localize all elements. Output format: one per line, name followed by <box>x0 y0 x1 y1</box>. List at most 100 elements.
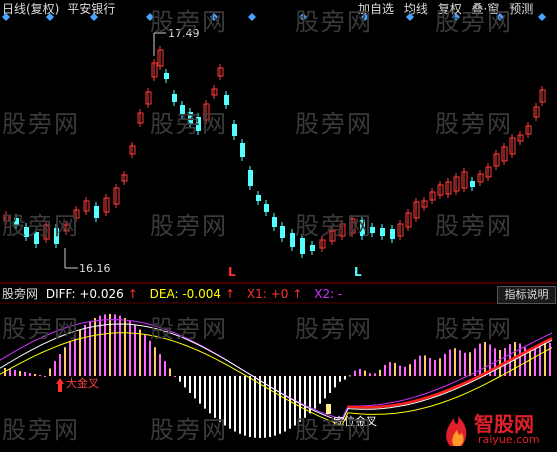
histogram-bar <box>389 362 391 376</box>
candle-body <box>280 226 285 238</box>
diff-value: DIFF: +0.026 <box>45 287 124 301</box>
watermark: 股旁网 <box>435 110 513 138</box>
histogram-bar <box>189 376 191 393</box>
candle-body <box>390 229 395 239</box>
histogram-bar <box>104 314 106 376</box>
histogram-bar <box>49 368 51 376</box>
histogram-bar <box>194 376 196 399</box>
histogram-bar <box>179 376 181 382</box>
histogram-bar <box>239 376 241 434</box>
indicator-legend: 股旁网 DIFF: +0.026 ↑ DEA: -0.004 ↑ X1: +0 ↑ X… <box>2 286 346 302</box>
histogram-bar <box>124 318 126 376</box>
histogram-bar <box>9 369 11 376</box>
histogram-bar <box>324 376 326 399</box>
histogram-bar <box>374 373 376 376</box>
histogram-bar <box>409 364 411 376</box>
watermark: 股旁网 <box>150 416 228 444</box>
histogram-bar <box>39 375 41 376</box>
histogram-bar <box>469 352 471 376</box>
candle-body <box>470 181 475 187</box>
histogram-bar <box>69 340 71 376</box>
histogram-bar <box>359 368 361 376</box>
up-arrow-icon <box>56 378 64 384</box>
histogram-bar <box>244 376 246 436</box>
histogram-bar <box>209 376 211 414</box>
histogram-bar <box>54 361 56 376</box>
histogram-bar <box>154 347 156 376</box>
watermark: 股旁网 <box>295 416 373 444</box>
histogram-bar <box>119 315 121 376</box>
histogram-bar <box>399 365 401 376</box>
low-price-label: 16.16 <box>79 262 111 275</box>
histogram-bar <box>34 374 36 376</box>
candle-body <box>172 94 177 102</box>
histogram-bar <box>534 348 536 376</box>
histogram-bar <box>349 375 351 377</box>
watermark: 股旁网 <box>435 8 513 36</box>
histogram-bar <box>249 376 251 437</box>
histogram-bar <box>174 376 176 377</box>
histogram-bar <box>419 355 421 376</box>
moving-average-button[interactable]: 均线 <box>404 1 428 17</box>
histogram-bar <box>414 359 416 376</box>
histogram-bar <box>354 370 356 376</box>
histogram-bar <box>14 370 16 376</box>
up-arrow-icon <box>58 384 62 392</box>
histogram-bar <box>499 349 501 376</box>
candle-body <box>256 195 261 201</box>
histogram-bar <box>319 376 321 404</box>
histogram-bar <box>334 376 336 388</box>
histogram-bar <box>479 343 481 376</box>
histogram-bar <box>544 342 546 376</box>
histogram-bar <box>449 349 451 376</box>
golden-cross-label: 大金叉 <box>66 376 99 390</box>
histogram-bar <box>184 376 186 388</box>
watermark: 股旁网 <box>435 212 513 240</box>
histogram-bar <box>464 352 466 376</box>
candle-body <box>264 204 269 212</box>
x1-arrow-icon: ↑ <box>292 287 303 301</box>
histogram-bar <box>379 369 381 376</box>
histogram-bar <box>539 345 541 376</box>
dea-value: DEA: -0.004 <box>149 287 222 301</box>
histogram-bar <box>164 361 166 376</box>
histogram-bar <box>339 376 341 382</box>
histogram-bar <box>459 350 461 376</box>
histogram-bar <box>344 376 346 380</box>
diamond-marker-icon <box>538 13 546 21</box>
indicator-explain-button[interactable]: 指标说明 <box>497 286 556 304</box>
histogram-bar <box>369 373 371 376</box>
histogram-bar <box>84 324 86 376</box>
site-logo: 智股网 raiyue.com <box>440 408 556 448</box>
histogram-bar <box>484 342 486 376</box>
histogram-bar <box>279 376 281 434</box>
histogram-bar <box>259 376 261 438</box>
histogram-bar <box>109 314 111 376</box>
candle-body <box>248 170 253 186</box>
histogram-bar <box>269 376 271 437</box>
histogram-bar <box>89 321 91 376</box>
histogram-bar <box>529 349 531 376</box>
histogram-bar <box>549 342 551 376</box>
candle-body <box>310 245 315 251</box>
histogram-bar <box>99 315 101 376</box>
x2-value: X2: - <box>314 287 343 301</box>
watermark: 股旁网 <box>150 315 228 343</box>
watermark: 股旁网 <box>150 8 228 36</box>
histogram-bar <box>439 358 441 376</box>
watermark: 股旁网 <box>435 315 513 343</box>
histogram-bar <box>159 354 161 376</box>
histogram-bar <box>204 376 206 409</box>
histogram-bar <box>139 329 141 376</box>
histogram-bar <box>284 376 286 432</box>
histogram-bar <box>429 358 431 376</box>
x1-value: X1: +0 <box>246 287 289 301</box>
header-left: 日线(复权) 平安银行 <box>2 1 115 17</box>
indicator-name: 股旁网 <box>2 287 39 301</box>
candle-body <box>232 124 237 136</box>
dea-arrow-icon: ↑ <box>225 287 236 301</box>
candle-body <box>164 73 169 79</box>
watermark: 股旁网 <box>150 212 228 240</box>
histogram-bar <box>24 372 26 376</box>
watermark: 股旁网 <box>295 315 373 343</box>
